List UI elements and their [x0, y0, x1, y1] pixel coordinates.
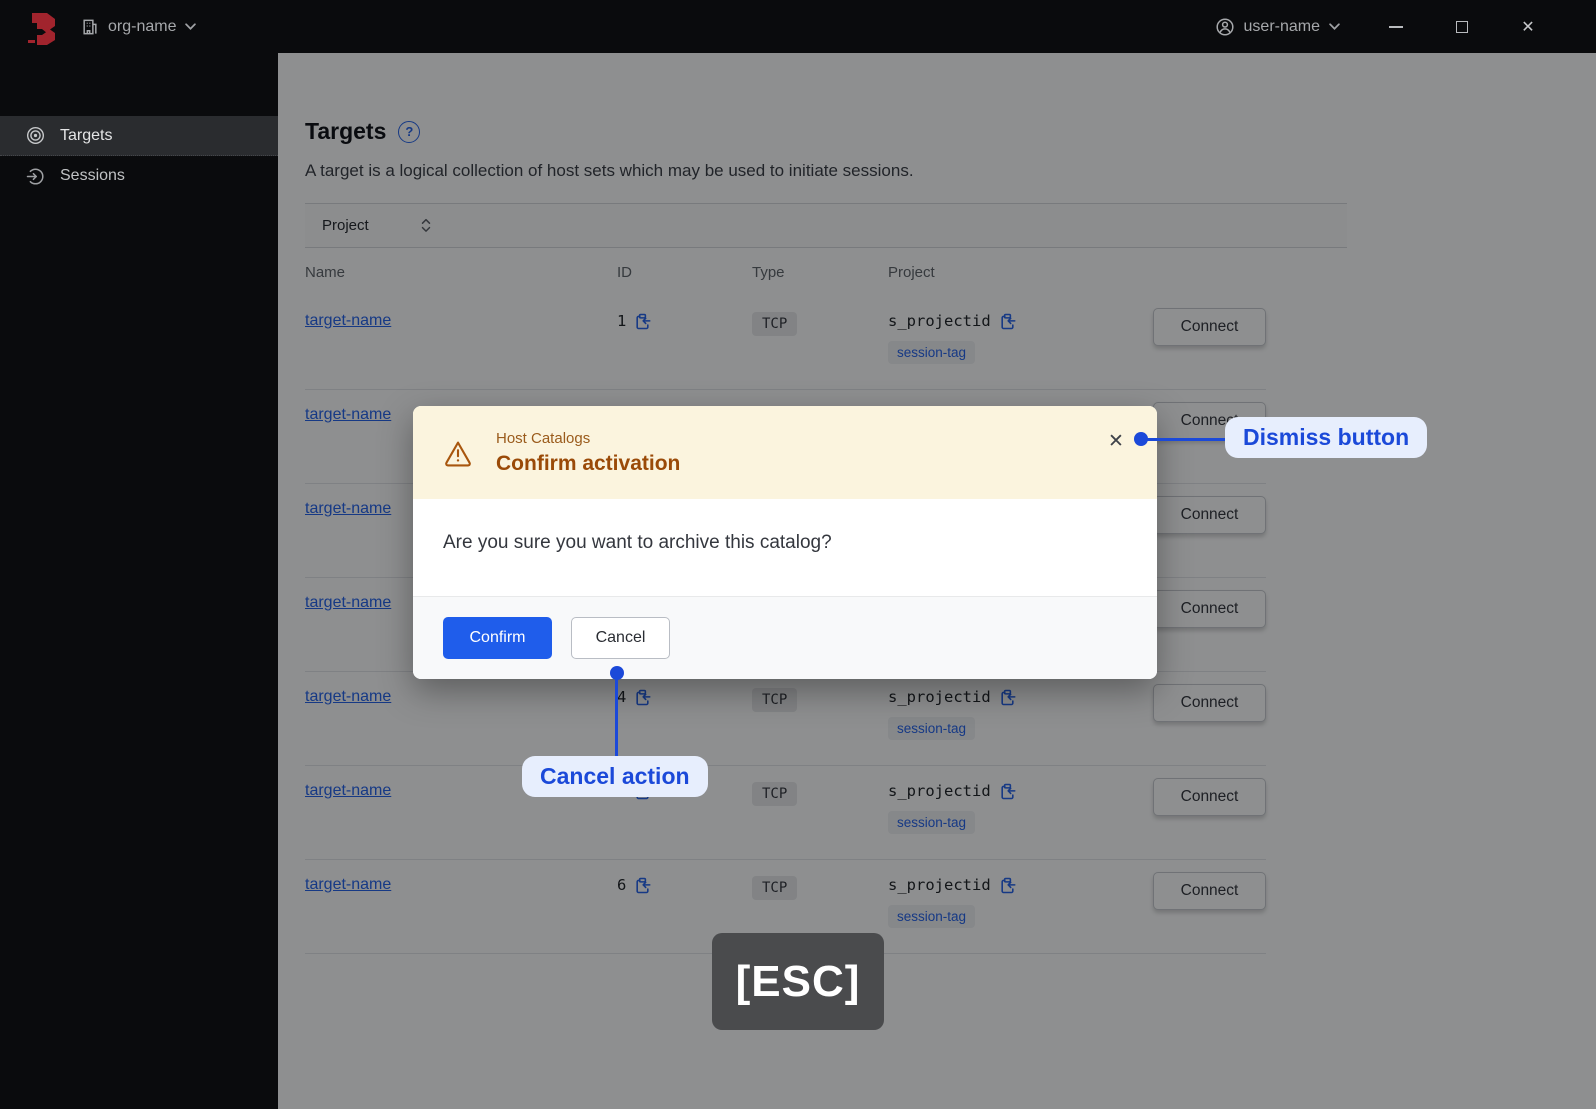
cancel-annotation-label: Cancel action: [522, 756, 708, 797]
esc-key-badge: [ESC]: [712, 933, 884, 1030]
maximize-icon: [1456, 20, 1468, 33]
dialog-close-icon[interactable]: [1103, 428, 1129, 454]
org-switcher[interactable]: org-name: [81, 17, 197, 36]
dismiss-annotation-label: Dismiss button: [1225, 417, 1428, 458]
org-name-label: org-name: [108, 17, 177, 35]
chevron-down-icon: [1329, 23, 1340, 30]
dialog-body-text: Are you sure you want to archive this ca…: [413, 499, 1157, 596]
sidebar-item-sessions[interactable]: Sessions: [0, 156, 278, 196]
sidebar-item-targets[interactable]: Targets: [0, 116, 278, 156]
dialog-footer: Confirm Cancel: [413, 596, 1157, 679]
confirm-button[interactable]: Confirm: [443, 617, 552, 659]
sidebar: Targets Sessions: [0, 53, 278, 1109]
cancel-button[interactable]: Cancel: [571, 617, 670, 659]
target-bullseye-icon: [26, 126, 45, 145]
cancel-annotation-line: [615, 673, 618, 758]
window-close-button[interactable]: [1518, 17, 1538, 37]
user-icon: [1215, 17, 1235, 37]
sidebar-item-label: Targets: [60, 126, 113, 144]
window-minimize-button[interactable]: [1386, 17, 1406, 37]
content-pane: Targets ? A target is a logical collecti…: [278, 53, 1596, 1109]
dialog-title: Confirm activation: [496, 451, 681, 475]
boundary-logo-icon: [25, 9, 59, 45]
dismiss-annotation-line: [1141, 438, 1225, 441]
user-menu[interactable]: user-name: [1215, 17, 1340, 37]
warning-triangle-icon: [443, 438, 473, 468]
sign-in-icon: [26, 167, 45, 186]
titlebar: org-name user-name: [0, 0, 1596, 53]
user-name-label: user-name: [1243, 17, 1320, 35]
dialog-kicker: Host Catalogs: [496, 429, 591, 447]
confirm-dialog: Host Catalogs Confirm activation Are you…: [413, 406, 1157, 679]
dialog-header: Host Catalogs Confirm activation: [413, 406, 1157, 499]
building-icon: [81, 18, 99, 36]
window-maximize-button[interactable]: [1452, 17, 1472, 37]
minimize-icon: [1389, 25, 1403, 28]
chevron-down-icon: [185, 23, 197, 30]
sidebar-item-label: Sessions: [60, 167, 125, 184]
